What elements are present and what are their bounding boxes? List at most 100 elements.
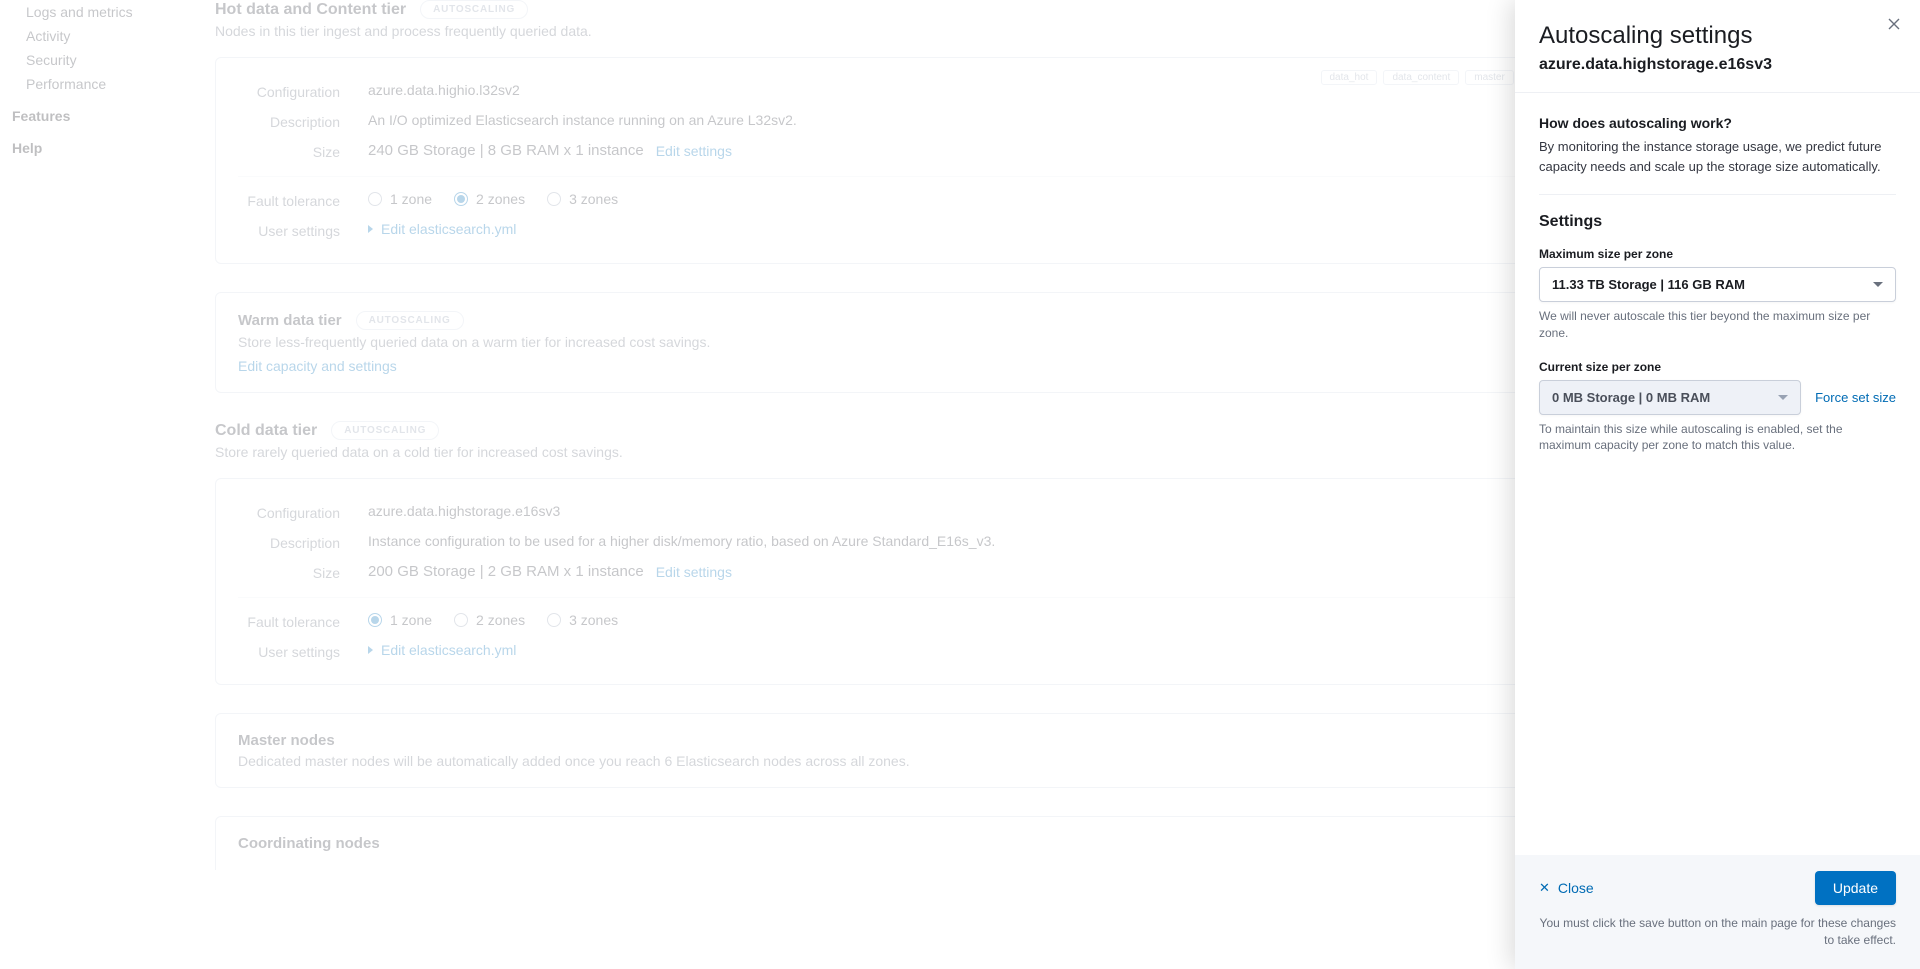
cold-tier-subtitle: Store rarely queried data on a cold tier… [215,444,1660,460]
hot-size-value: 240 GB Storage | 8 GB RAM x 1 instance [368,142,644,159]
flyout-body: How does autoscaling work? By monitoring… [1515,93,1920,855]
how-heading: How does autoscaling work? [1539,115,1896,131]
flyout-subtitle: azure.data.highstorage.e16sv3 [1539,56,1896,74]
cold-zone-3[interactable]: 3 zones [547,612,618,628]
divider [1539,194,1896,195]
zone-label: 2 zones [476,191,525,207]
cold-edit-yml-link[interactable]: Edit elasticsearch.yml [368,642,1637,658]
chevron-right-icon [368,225,373,233]
radio-icon [454,613,468,627]
warm-tier-title: Warm data tier [238,312,342,329]
warm-tier-block: Warm data tier AUTOSCALING Store less-fr… [215,292,1660,393]
cold-edit-settings-link[interactable]: Edit settings [656,564,732,580]
cold-size-value: 200 GB Storage | 2 GB RAM x 1 instance [368,563,644,580]
cold-config-card: data_cold Configuration azure.data.highs… [215,478,1660,685]
yml-link-label: Edit elasticsearch.yml [381,642,516,658]
user-settings-label: User settings [238,221,368,239]
nav-section-features[interactable]: Features [12,96,183,128]
flyout-header: Autoscaling settings azure.data.highstor… [1515,0,1920,93]
autoscaling-flyout: Autoscaling settings azure.data.highstor… [1515,0,1920,969]
close-icon [1888,18,1900,30]
max-size-label: Maximum size per zone [1539,247,1896,261]
config-label: Configuration [238,82,368,100]
tag-data-hot: data_hot [1321,70,1378,85]
max-size-field: Maximum size per zone 11.33 TB Storage |… [1539,247,1896,342]
current-size-label: Current size per zone [1539,360,1896,374]
yml-link-label: Edit elasticsearch.yml [381,221,516,237]
force-set-size-link[interactable]: Force set size [1815,390,1896,405]
radio-icon [368,192,382,206]
radio-icon [368,613,382,627]
description-label: Description [238,112,368,130]
hot-desc-value: An I/O optimized Elasticsearch instance … [368,112,1637,128]
main-content: Hot data and Content tier AUTOSCALING No… [195,0,1680,969]
size-label: Size [238,563,368,581]
hot-tier-subtitle: Nodes in this tier ingest and process fr… [215,23,1660,39]
zone-label: 1 zone [390,612,432,628]
flyout-title: Autoscaling settings [1539,22,1896,50]
sidebar-left: Logs and metrics Activity Security Perfo… [0,0,195,969]
close-icon: ✕ [1539,880,1550,896]
warm-tier-subtitle: Store less-frequently queried data on a … [238,334,1637,350]
autoscaling-badge: AUTOSCALING [420,0,528,19]
size-label: Size [238,142,368,160]
hot-edit-yml-link[interactable]: Edit elasticsearch.yml [368,221,1637,237]
coordinating-title: Coordinating nodes [238,835,1637,852]
settings-heading: Settings [1539,213,1896,231]
nav-logs-and-metrics[interactable]: Logs and metrics [12,0,183,24]
hot-zone-3[interactable]: 3 zones [547,191,618,207]
hot-tier-title: Hot data and Content tier [215,1,406,19]
update-button[interactable]: Update [1815,871,1896,905]
cold-tier-block: Cold data tier AUTOSCALING Store rarely … [215,421,1660,685]
zone-label: 3 zones [569,612,618,628]
current-size-field: Current size per zone 0 MB Storage | 0 M… [1539,360,1896,455]
master-nodes-block: Master nodes Dedicated master nodes will… [215,713,1660,788]
hot-edit-settings-link[interactable]: Edit settings [656,143,732,159]
warm-edit-capacity-link[interactable]: Edit capacity and settings [238,358,397,374]
cold-tier-title: Cold data tier [215,422,317,440]
hot-tier-block: Hot data and Content tier AUTOSCALING No… [215,0,1660,264]
hot-zone-2[interactable]: 2 zones [454,191,525,207]
master-subtitle: Dedicated master nodes will be automatic… [238,753,1637,769]
cold-zone-1[interactable]: 1 zone [368,612,432,628]
close-label: Close [1558,880,1594,896]
radio-icon [547,192,561,206]
zone-label: 2 zones [476,612,525,628]
chevron-right-icon [368,646,373,654]
autoscaling-badge: AUTOSCALING [331,421,439,440]
current-size-value: 0 MB Storage | 0 MB RAM [1552,390,1710,405]
chevron-down-icon [1873,282,1883,287]
hot-config-card: data_hot data_content master coordinatin… [215,57,1660,264]
user-settings-label: User settings [238,642,368,660]
flyout-close-button[interactable] [1884,14,1904,34]
radio-icon [454,192,468,206]
flyout-footer: ✕ Close Update You must click the save b… [1515,855,1920,969]
fault-tolerance-label: Fault tolerance [238,612,368,630]
max-size-value: 11.33 TB Storage | 116 GB RAM [1552,277,1745,292]
tag-master: master [1465,70,1514,85]
current-size-select: 0 MB Storage | 0 MB RAM [1539,380,1801,415]
coordinating-nodes-block: Coordinating nodes [215,816,1660,870]
zone-label: 1 zone [390,191,432,207]
description-label: Description [238,533,368,551]
nav-activity[interactable]: Activity [12,24,183,48]
flyout-close-link[interactable]: ✕ Close [1539,880,1594,896]
tag-data-content: data_content [1383,70,1459,85]
how-paragraph: By monitoring the instance storage usage… [1539,137,1896,176]
cold-desc-value: Instance configuration to be used for a … [368,533,1637,549]
current-size-help: To maintain this size while autoscaling … [1539,421,1896,455]
footer-note: You must click the save button on the ma… [1539,915,1896,949]
cold-config-value: azure.data.highstorage.e16sv3 [368,503,1637,519]
nav-section-help[interactable]: Help [12,128,183,160]
chevron-down-icon [1778,395,1788,400]
autoscaling-badge: AUTOSCALING [356,311,464,330]
cold-zone-2[interactable]: 2 zones [454,612,525,628]
max-size-select[interactable]: 11.33 TB Storage | 116 GB RAM [1539,267,1896,302]
config-label: Configuration [238,503,368,521]
hot-zone-1[interactable]: 1 zone [368,191,432,207]
nav-performance[interactable]: Performance [12,72,183,96]
master-title: Master nodes [238,732,1637,749]
radio-icon [547,613,561,627]
max-size-help: We will never autoscale this tier beyond… [1539,308,1896,342]
nav-security[interactable]: Security [12,48,183,72]
